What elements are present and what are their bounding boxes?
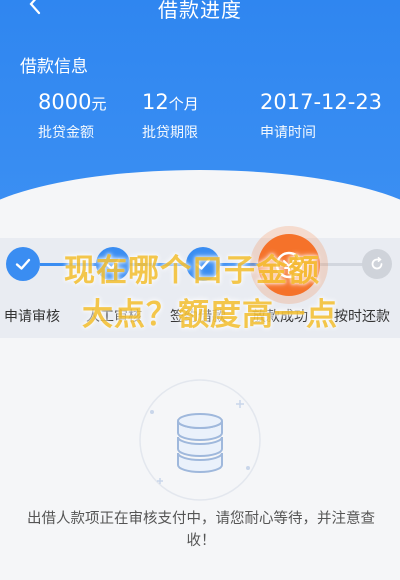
loan-amount: 8000元 批贷金额 xyxy=(38,90,106,142)
apply-date-value: 2017-12-23 xyxy=(260,90,383,114)
loan-term: 12个月 批贷期限 xyxy=(142,90,199,142)
loan-amount-label: 批贷金额 xyxy=(38,125,94,141)
status-message: 出借人款项正在审核支付中，请您耐心等待，并注意查收！ xyxy=(27,511,375,549)
check-icon xyxy=(15,258,31,270)
loan-term-value: 12 xyxy=(142,90,169,114)
loan-info-label: 借款信息 xyxy=(20,57,88,77)
loan-amount-value: 8000 xyxy=(38,90,92,114)
overlay-caption-line-2: 大点？额度高一点 xyxy=(82,297,338,333)
step-label: 申请审核 xyxy=(4,309,60,325)
step-label: 按时还款 xyxy=(334,309,390,325)
loan-term-unit: 个月 xyxy=(168,95,199,113)
header-wave xyxy=(0,170,400,215)
apply-date: 2017-12-23 申请时间 xyxy=(260,90,382,142)
step-5-pending-dot xyxy=(362,249,392,279)
step-connector xyxy=(318,263,364,266)
apply-date-label: 申请时间 xyxy=(260,125,316,141)
database-icon xyxy=(139,379,261,501)
repay-icon xyxy=(371,257,383,270)
loan-term-label: 批贷期限 xyxy=(142,125,198,141)
loan-amount-unit: 元 xyxy=(91,95,107,113)
page-title: 借款进度 xyxy=(158,0,242,22)
overlay-caption-line-1: 现在哪个口子金额 xyxy=(64,253,320,289)
step-1-done-dot xyxy=(6,247,40,281)
